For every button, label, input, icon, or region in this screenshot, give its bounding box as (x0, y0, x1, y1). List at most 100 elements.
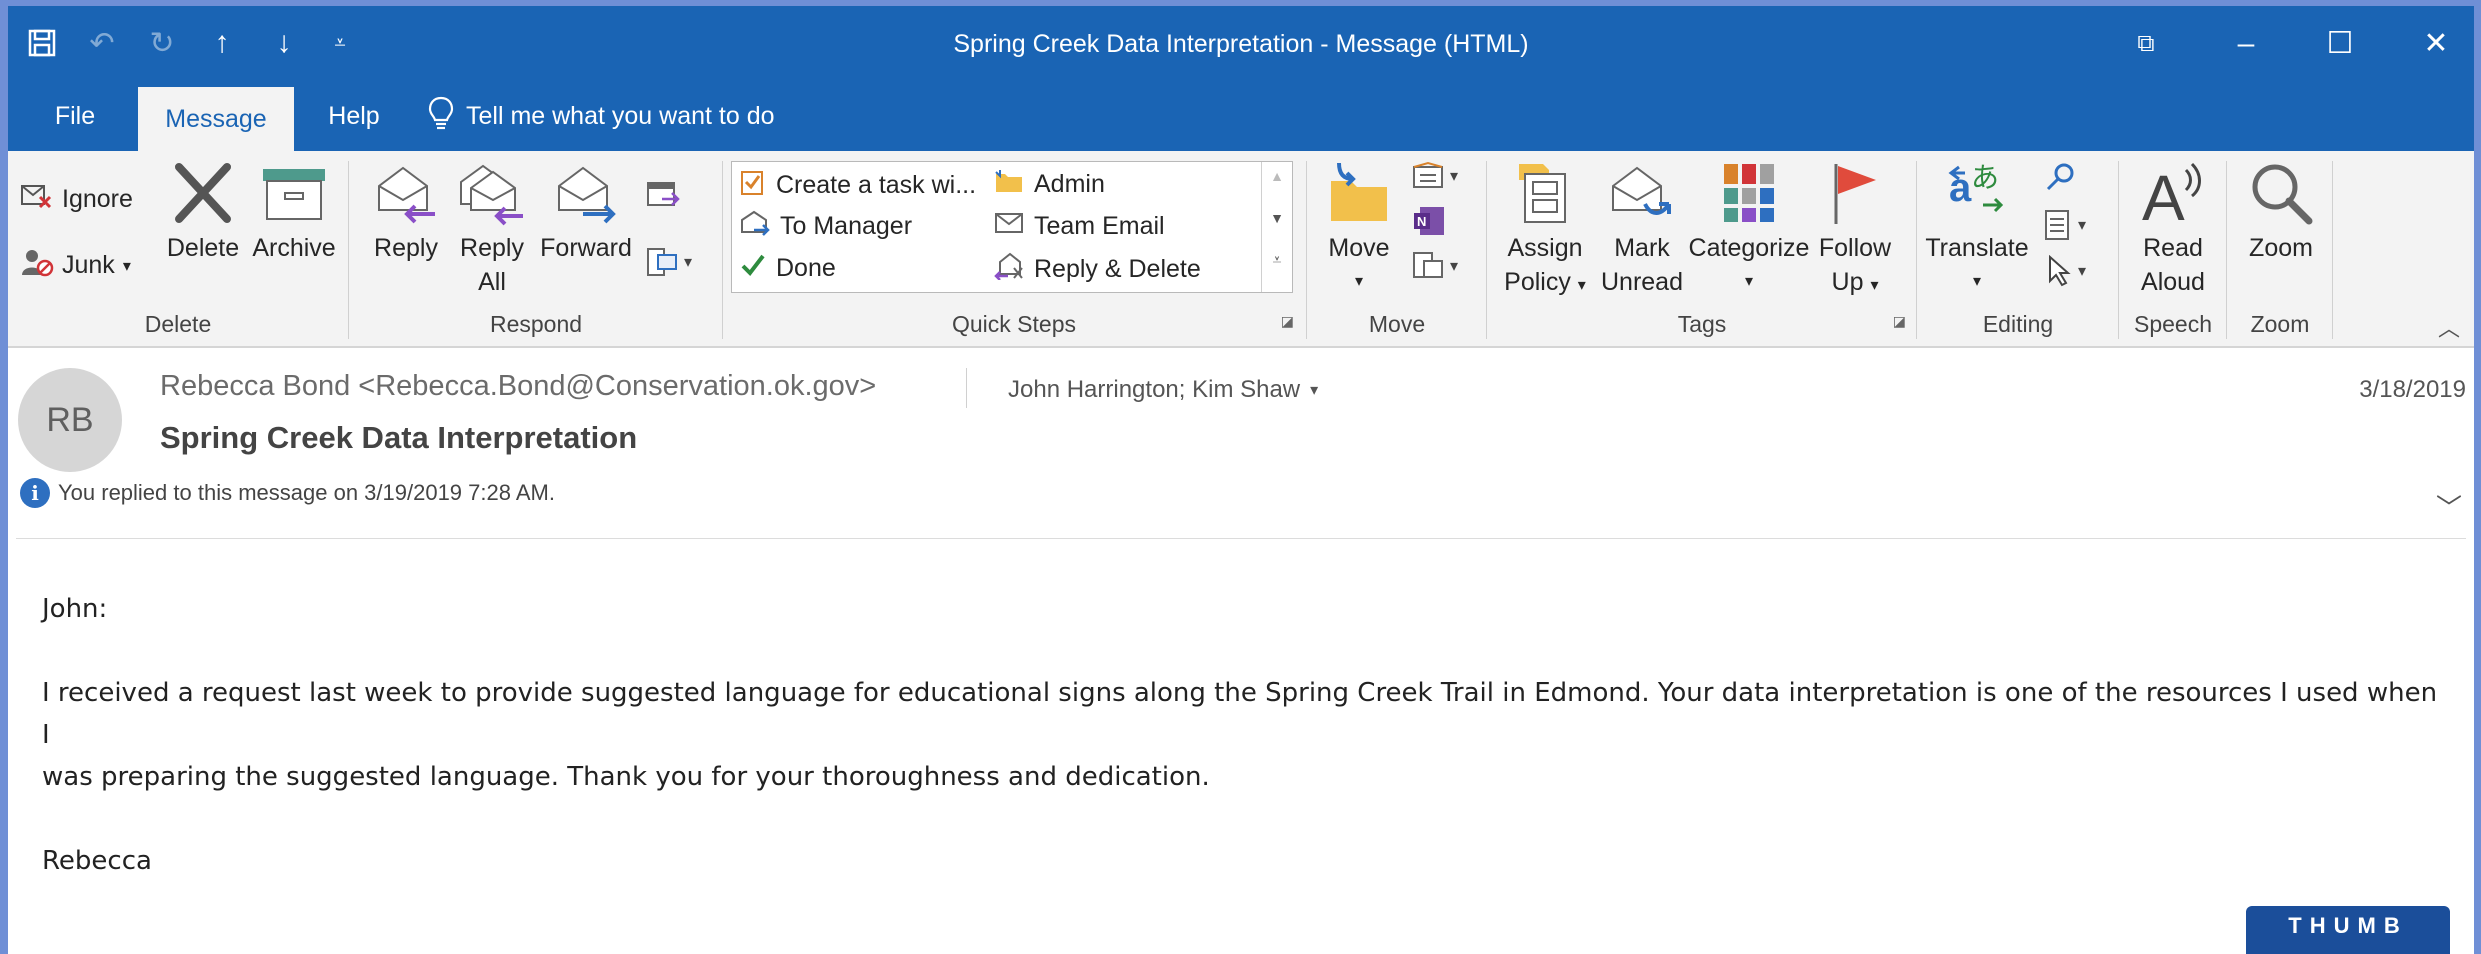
body-paragraph-line: was preparing the suggested language. Th… (42, 762, 1210, 792)
collapse-ribbon-icon[interactable]: ︿ (2438, 311, 2460, 343)
meeting-reply-icon[interactable] (646, 179, 680, 214)
translate-button[interactable]: aあ Translate ▾ (1922, 157, 2032, 299)
minimize-icon[interactable]: – (2198, 6, 2294, 81)
header-body-divider (16, 538, 2466, 539)
junk-button[interactable]: Junk ▾ (20, 247, 131, 284)
rules-button[interactable]: ▾ (1412, 161, 1458, 191)
find-icon[interactable] (2044, 161, 2078, 196)
delete-group: Ignore Junk ▾ Delete Archive Delete (8, 151, 348, 346)
read-aloud-button[interactable]: A Read Aloud (2128, 157, 2218, 299)
thumb-watermark-badge: THUMB (2246, 906, 2450, 954)
forward-button[interactable]: Forward (538, 157, 634, 265)
expand-header-icon[interactable]: ﹀ (2436, 488, 2462, 525)
svg-text:あ: あ (1971, 161, 1999, 194)
follow-up-label-2: Up ▾ (1831, 268, 1879, 296)
replied-notice: You replied to this message on 3/19/2019… (58, 480, 555, 505)
archive-button[interactable]: Archive (244, 157, 344, 265)
move-folder-icon (1327, 157, 1391, 229)
info-icon: i (20, 478, 50, 508)
message-body[interactable]: John: I received a request last week to … (42, 588, 2442, 882)
dialog-launcher-icon[interactable]: ◪ (1893, 313, 1906, 330)
read-aloud-label-2: Aloud (2141, 268, 2205, 296)
junk-label: Junk (62, 251, 115, 279)
tell-me-search[interactable]: Tell me what you want to do (428, 81, 775, 151)
assign-policy-button[interactable]: Assign Policy ▾ (1492, 157, 1598, 303)
message-header: RB Rebecca Bond <Rebecca.Bond@Conservati… (8, 348, 2474, 539)
tab-help[interactable]: Help (308, 81, 400, 151)
mark-unread-button[interactable]: Mark Unread (1594, 157, 1690, 299)
respond-group: Reply Reply All Forward ▾ Respond (350, 151, 722, 346)
assign-policy-label-2: Policy ▾ (1504, 268, 1586, 296)
read-aloud-icon: A (2140, 157, 2206, 229)
group-divider (2332, 161, 2333, 339)
body-signoff: Rebecca (42, 846, 152, 876)
recipients[interactable]: John Harrington; Kim Shaw ▾ (1008, 376, 1318, 404)
assign-policy-label-1: Assign (1507, 234, 1583, 262)
mark-unread-label-2: Unread (1601, 268, 1683, 296)
rules-icon (1413, 161, 1443, 188)
junk-icon (20, 247, 54, 284)
read-aloud-label-1: Read (2143, 234, 2203, 262)
assign-policy-icon (1515, 157, 1575, 229)
flag-icon (1830, 157, 1880, 229)
svg-text:N: N (1417, 214, 1426, 229)
dialog-launcher-icon[interactable]: ◪ (1281, 313, 1294, 330)
move-button[interactable]: Move ▾ (1324, 157, 1394, 299)
group-divider (1306, 161, 1307, 339)
group-divider (1486, 161, 1487, 339)
reply-icon (373, 157, 439, 229)
ignore-icon (20, 181, 54, 218)
archive-box-icon (261, 157, 327, 229)
archive-label: Archive (252, 234, 336, 262)
maximize-icon[interactable]: ☐ (2292, 6, 2388, 81)
chevron-down-icon: ▾ (1310, 382, 1319, 399)
move-dropdown-icon: ▾ (1354, 273, 1364, 290)
translate-icon: aあ (1947, 157, 2007, 229)
move-label: Move (1328, 234, 1390, 262)
reply-button[interactable]: Reply (366, 157, 446, 265)
categorize-label: Categorize (1688, 234, 1810, 262)
message-subject: Spring Creek Data Interpretation (160, 420, 638, 455)
tab-file[interactable]: File (30, 81, 120, 151)
translate-label: Translate (1925, 234, 2029, 262)
select-button[interactable]: ▾ (2044, 255, 2086, 287)
reply-all-label-1: Reply (460, 234, 524, 262)
close-icon[interactable]: ✕ (2388, 6, 2474, 81)
zoom-button[interactable]: Zoom (2236, 157, 2326, 265)
follow-up-label-1: Follow (1818, 234, 1892, 262)
reply-label: Reply (374, 234, 438, 262)
speech-group-label: Speech (2133, 311, 2212, 337)
more-respond-button[interactable]: ▾ (646, 247, 692, 277)
delete-button[interactable]: Delete (158, 157, 248, 265)
translate-dropdown-icon: ▾ (1972, 273, 1982, 290)
actions-button[interactable]: ▾ (1412, 251, 1458, 281)
follow-up-button[interactable]: Follow Up ▾ (1810, 157, 1900, 303)
group-divider (348, 161, 349, 339)
zoom-group-label: Zoom (2250, 311, 2310, 337)
header-divider (966, 368, 967, 408)
categorize-button[interactable]: Categorize ▾ (1684, 157, 1814, 299)
delete-x-icon (171, 157, 235, 229)
group-divider (2118, 161, 2119, 339)
sender-address[interactable]: Rebecca Bond <Rebecca.Bond@Conservation.… (160, 370, 876, 403)
tab-message[interactable]: Message (138, 87, 294, 151)
respond-group-label: Respond (489, 311, 583, 337)
ribbon-display-options-icon[interactable]: ⧉ (2098, 6, 2194, 81)
group-divider (1916, 161, 1917, 339)
ribbon-tabs: File Message Help Tell me what you want … (8, 81, 2474, 151)
onenote-icon[interactable]: N (1412, 205, 1446, 242)
ignore-button[interactable]: Ignore (20, 181, 133, 218)
related-button[interactable]: ▾ (2044, 209, 2086, 241)
message-date: 3/18/2019 (2359, 376, 2466, 403)
forward-icon (553, 157, 619, 229)
zoom-group: Zoom Zoom (2228, 151, 2332, 346)
title-bar: ↶ ↻ ↑ ↓ ⩡ Spring Creek Data Interpretati… (8, 6, 2474, 81)
cursor-select-icon (2049, 255, 2071, 287)
svg-text:A: A (2142, 162, 2185, 226)
tags-group: Assign Policy ▾ Mark Unread Categorize ▾ (1488, 151, 1916, 346)
related-icon (2045, 210, 2069, 240)
outlook-message-window: ↶ ↻ ↑ ↓ ⩡ Spring Creek Data Interpretati… (8, 6, 2474, 954)
group-divider (2226, 161, 2227, 339)
reply-all-button[interactable]: Reply All (450, 157, 534, 299)
editing-group: aあ Translate ▾ ▾ ▾ Editing (1918, 151, 2118, 346)
